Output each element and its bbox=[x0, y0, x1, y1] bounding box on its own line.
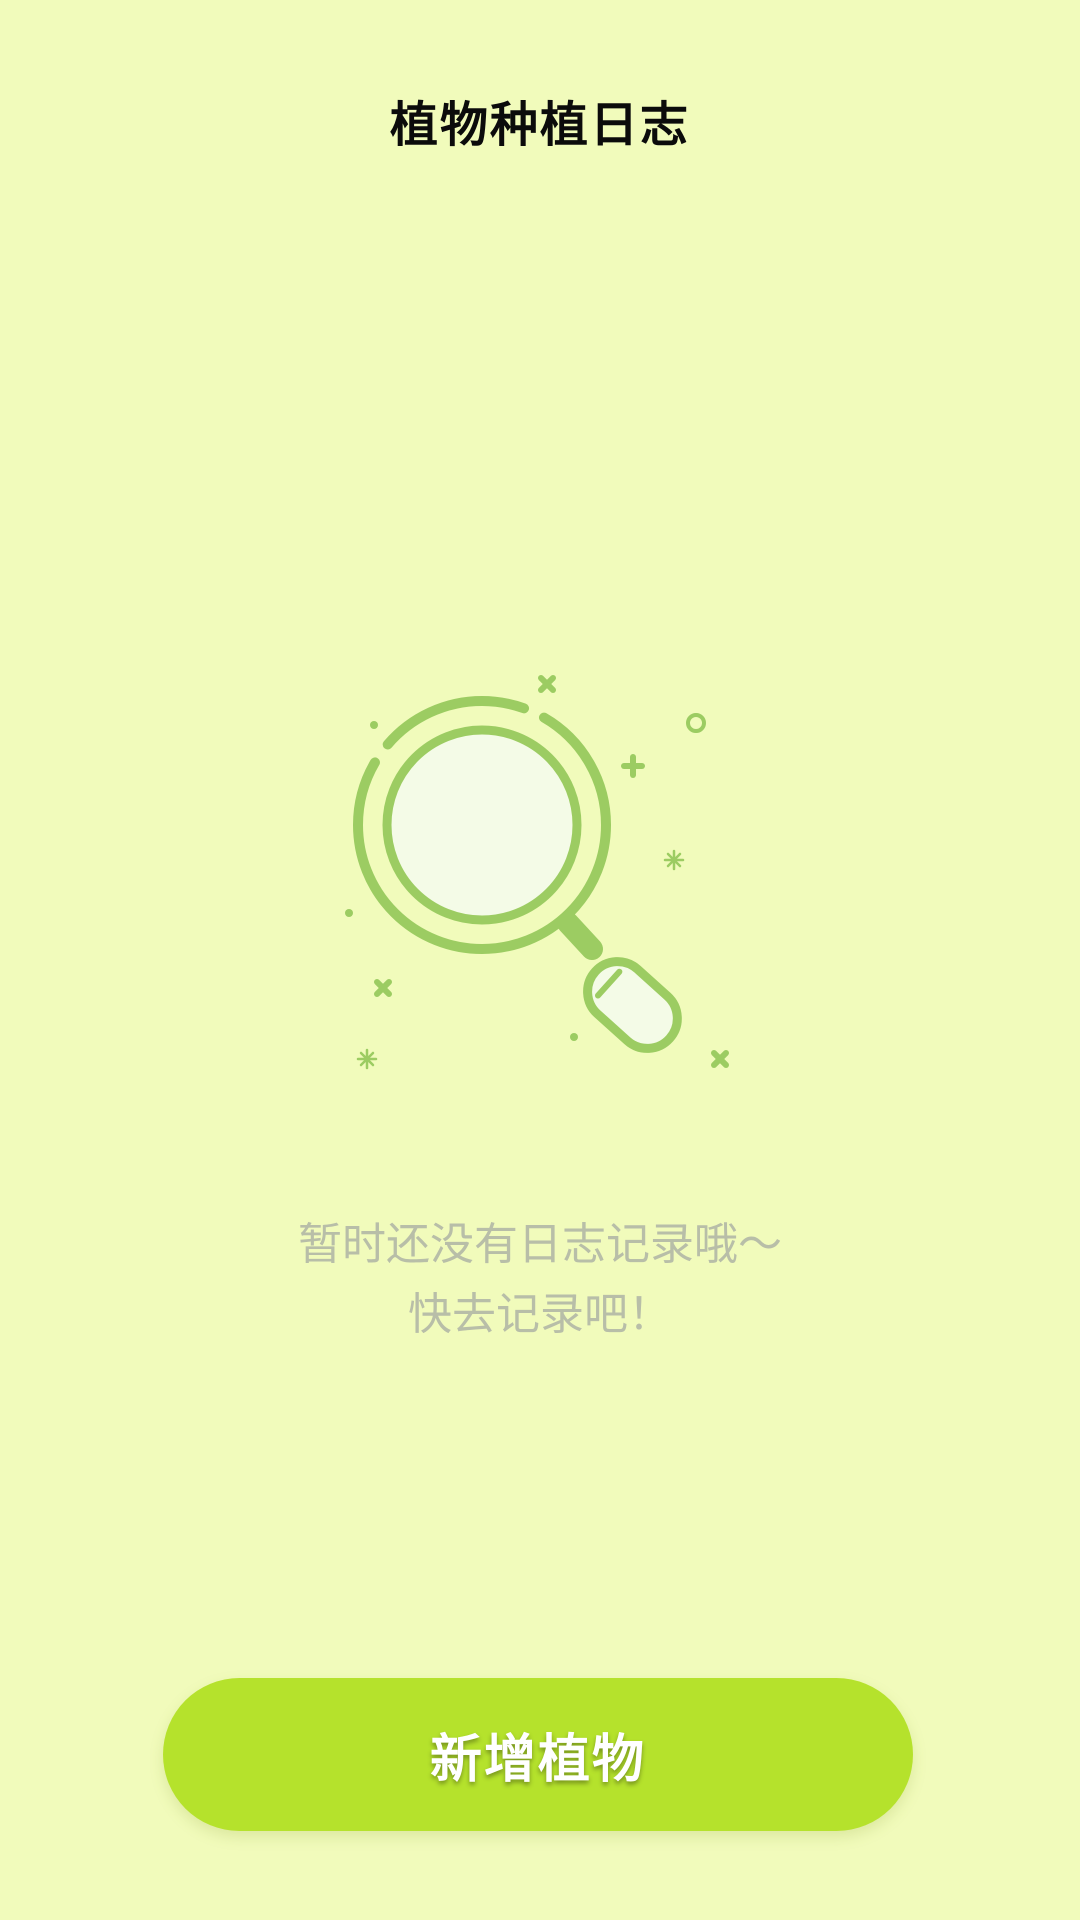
page-header: 植物种植日志 bbox=[0, 80, 1080, 160]
empty-message-line-1: 暂时还没有日志记录哦～ bbox=[298, 1219, 782, 1270]
plant-log-screen: 植物种植日志 暂时还没有日志记录哦～ 快去记录吧！ 新增植物 bbox=[0, 0, 1080, 1920]
empty-state-message: 暂时还没有日志记录哦～ 快去记录吧！ bbox=[0, 1210, 1080, 1350]
empty-message-line-2: 快去记录吧！ bbox=[408, 1289, 672, 1340]
add-plant-button-label: 新增植物 bbox=[429, 1730, 646, 1790]
add-plant-button[interactable]: 新增植物 bbox=[163, 1678, 913, 1831]
page-title: 植物种植日志 bbox=[389, 97, 690, 153]
magnifier-search-icon bbox=[345, 675, 729, 1070]
